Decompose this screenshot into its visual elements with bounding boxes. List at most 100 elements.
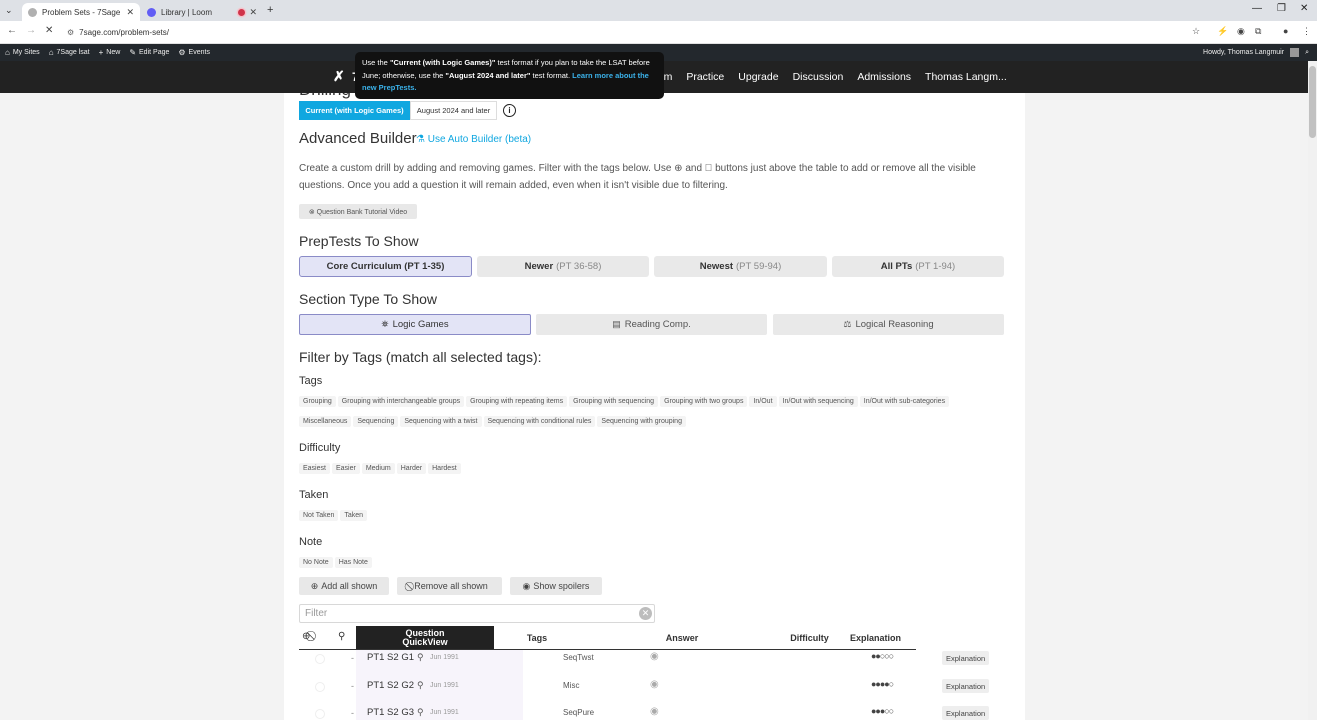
question-date: Jun 1991 — [430, 654, 459, 661]
filter-tag-chip[interactable]: Miscellaneous — [299, 416, 352, 427]
explanation-button[interactable]: Explanation — [942, 651, 990, 665]
wp-search-icon[interactable]: ⌕ — [1305, 49, 1309, 57]
filter-tag-chip[interactable]: Medium — [361, 463, 395, 474]
reading-comp-icon: ▤ — [612, 319, 621, 329]
pt-core-curriculum-button[interactable]: Core Curriculum (PT 1-35) — [299, 256, 472, 277]
clear-filter-icon[interactable]: ✕ — [639, 607, 652, 620]
quickview-magnifier-icon[interactable]: ⚲ — [417, 680, 424, 691]
explanation-button[interactable]: Explanation — [942, 706, 990, 720]
filter-tag-chip[interactable]: In/Out — [749, 396, 777, 407]
back-arrow-icon[interactable]: ← — [7, 25, 17, 36]
reveal-answer-eye-icon[interactable]: ◉ — [650, 679, 659, 690]
wp-new[interactable]: + New — [99, 48, 121, 57]
filter-tag-chip[interactable]: Grouping with repeating items — [466, 396, 568, 407]
show-spoilers-button[interactable]: ◉ Show spoilers — [510, 577, 602, 595]
scrollbar-track[interactable] — [1308, 61, 1317, 720]
close-window-icon[interactable]: ✕ — [1300, 3, 1308, 14]
wp-my-sites[interactable]: ⌂ My Sites — [5, 48, 40, 57]
url-text: 7sage.com/problem-sets/ — [79, 28, 169, 37]
filter-tag-chip[interactable]: Easier — [331, 463, 360, 474]
nav-link-admissions[interactable]: Admissions — [857, 71, 911, 83]
tooltip-text: Use the — [362, 58, 390, 67]
quickview-magnifier-icon[interactable]: ⚲ — [417, 652, 424, 663]
url-field[interactable]: ⚙ 7sage.com/problem-sets/ — [67, 24, 1217, 41]
table-row[interactable]: - PT1 S2 G1 ⚲ Jun 1991 SeqTwst ◉ ●●○○○ E… — [299, 646, 999, 673]
filter-tag-chip[interactable]: No Note — [299, 557, 333, 568]
table-row[interactable]: - PT1 S2 G3 ⚲ Jun 1991 SeqPure ◉ ●●●○○ E… — [299, 701, 999, 720]
filter-tag-chip[interactable]: Taken — [340, 510, 368, 521]
filter-tag-chip[interactable]: Not Taken — [299, 510, 339, 521]
pt-newer-button[interactable]: Newer (PT 36-58) — [477, 256, 649, 277]
pt-all-button[interactable]: All PTs (PT 1-94) — [832, 256, 1004, 277]
tutorial-video-button[interactable]: ⊗ Question Bank Tutorial Video — [299, 204, 417, 219]
filter-tag-chip[interactable]: Has Note — [334, 557, 372, 568]
reveal-answer-eye-icon[interactable]: ◉ — [650, 706, 659, 717]
nav-link-practice[interactable]: Practice — [686, 71, 724, 83]
filter-tag-chip[interactable]: Sequencing with a twist — [400, 416, 482, 427]
section-logical-reasoning-button[interactable]: ⚖ Logical Reasoning — [773, 314, 1004, 335]
new-tab-icon[interactable]: + — [267, 4, 273, 16]
filter-tag-chip[interactable]: Grouping with sequencing — [569, 396, 659, 407]
extension-shield-icon[interactable]: ◉ — [1237, 26, 1245, 37]
minimize-window-icon[interactable]: — — [1252, 3, 1262, 14]
wp-greeting[interactable]: Howdy, Thomas Langmuir — [1203, 49, 1284, 56]
question-link[interactable]: PT1 S2 G1 — [367, 652, 414, 663]
reveal-answer-eye-icon[interactable]: ◉ — [650, 651, 659, 662]
logic-games-icon: ⛯ — [381, 319, 389, 329]
forward-arrow-icon[interactable]: → — [26, 25, 36, 36]
wp-site-name[interactable]: ⌂ 7Sage lsat — [49, 48, 90, 57]
nav-link-user[interactable]: Thomas Langm... — [925, 71, 1007, 83]
wp-edit-page[interactable]: ✎ Edit Page — [129, 48, 169, 57]
browser-tab-problem-sets[interactable]: Problem Sets - 7Sage LSAT ✕ — [22, 3, 140, 21]
wp-events[interactable]: ⚙ Events — [178, 48, 210, 57]
filter-tag-chip[interactable]: Easiest — [299, 463, 330, 474]
add-question-icon[interactable] — [315, 709, 325, 719]
section-logic-games-button[interactable]: ⛯ Logic Games — [299, 314, 531, 335]
filter-tag-chip[interactable]: In/Out with sequencing — [778, 396, 858, 407]
pin-icon[interactable]: ⚲ — [338, 631, 345, 642]
remove-all-shown-button[interactable]: ⃠Remove all shown — [397, 577, 502, 595]
browser-tab-loom[interactable]: Library | Loom ✕ — [141, 3, 263, 21]
extensions-puzzle-icon[interactable]: ⧉ — [1255, 26, 1261, 37]
stop-loading-icon[interactable]: ✕ — [45, 25, 53, 36]
format-august-button[interactable]: August 2024 and later — [410, 101, 497, 120]
pt-newest-button[interactable]: Newest (PT 59-94) — [654, 256, 827, 277]
extension-bolt-icon[interactable]: ⚡ — [1217, 26, 1228, 37]
info-icon[interactable]: i — [503, 104, 516, 117]
filter-input[interactable] — [299, 604, 655, 623]
section-reading-comp-button[interactable]: ▤ Reading Comp. — [536, 314, 767, 335]
add-question-icon[interactable] — [315, 654, 325, 664]
question-link[interactable]: PT1 S2 G2 — [367, 680, 414, 691]
filter-tag-chip[interactable]: Grouping with two groups — [660, 396, 748, 407]
nav-link-upgrade[interactable]: Upgrade — [738, 71, 778, 83]
profile-avatar-icon[interactable]: ● — [1283, 26, 1288, 36]
close-tab-icon[interactable]: ✕ — [126, 7, 134, 18]
scrollbar-thumb[interactable] — [1309, 66, 1316, 138]
filter-tag-chip[interactable]: Harder — [396, 463, 427, 474]
quickview-magnifier-icon[interactable]: ⚲ — [417, 707, 424, 718]
format-current-button[interactable]: Current (with Logic Games) — [299, 101, 410, 120]
table-row[interactable]: - PT1 S2 G2 ⚲ Jun 1991 Misc ◉ ●●●●○ Expl… — [299, 674, 999, 701]
filter-tag-chip[interactable]: Grouping — [299, 396, 336, 407]
filter-tag-chip[interactable]: Hardest — [428, 463, 461, 474]
filter-tag-chip[interactable]: In/Out with sub-categories — [859, 396, 950, 407]
bookmark-star-icon[interactable]: ☆ — [1192, 26, 1200, 37]
explanation-button[interactable]: Explanation — [942, 679, 990, 693]
browser-menu-icon[interactable]: ⋮ — [1302, 26, 1311, 37]
question-link[interactable]: PT1 S2 G3 — [367, 707, 414, 718]
add-all-icon[interactable]: ⊕ — [302, 631, 310, 642]
add-all-shown-button[interactable]: ⊕ Add all shown — [299, 577, 389, 595]
auto-builder-link[interactable]: ⚗ Use Auto Builder (beta) — [416, 134, 531, 145]
filter-tag-chip[interactable]: Grouping with interchangeable groups — [337, 396, 465, 407]
add-question-icon[interactable] — [315, 682, 325, 692]
wp-avatar[interactable] — [1290, 48, 1300, 57]
filter-tag-chip[interactable]: Sequencing with conditional rules — [483, 416, 596, 427]
filter-tag-chip[interactable]: Sequencing with grouping — [597, 416, 686, 427]
nav-link-discussion[interactable]: Discussion — [793, 71, 844, 83]
close-tab-icon[interactable]: ✕ — [249, 7, 257, 18]
filter-tag-chip[interactable]: Sequencing — [353, 416, 399, 427]
site-info-icon[interactable]: ⚙ — [67, 28, 74, 37]
7sage-logo-icon[interactable]: ✗ — [333, 68, 345, 85]
tab-search-chevron-icon[interactable]: ⌄ — [5, 5, 13, 16]
maximize-window-icon[interactable]: ❐ — [1277, 3, 1286, 14]
